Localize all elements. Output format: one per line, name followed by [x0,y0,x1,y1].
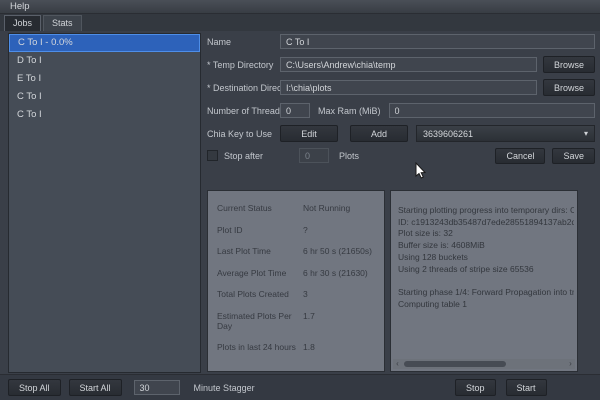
bottom-bar: Stop All Start All Minute Stagger Stop S… [0,374,600,400]
main-content: C To I - 0.0% D To I E To I C To I C To … [0,31,600,374]
status-label: Last Plot Time [217,246,303,256]
tab-jobs[interactable]: Jobs [4,15,41,31]
temp-directory-input[interactable] [280,57,537,72]
max-ram-label: Max Ram (MiB) [318,106,381,116]
chia-key-label: Chia Key to Use [207,129,280,139]
destination-directory-input[interactable] [280,80,537,95]
status-value: Not Running [303,203,350,213]
chia-key-selected-value: 3639606261 [423,129,473,139]
start-button[interactable]: Start [506,379,547,396]
form-row-chia-key: Chia Key to Use Edit Add 3639606261 ▾ [207,125,595,142]
form-row-dest-dir: * Destination Directory Browse [207,79,595,96]
status-row: Plots in last 24 hours 1.8 [217,342,375,352]
status-value: ? [303,225,308,235]
form-row-temp-dir: * Temp Directory Browse [207,56,595,73]
browse-temp-button[interactable]: Browse [543,56,595,73]
status-value: 1.7 [303,311,315,331]
status-value: 3 [303,289,308,299]
status-label: Current Status [217,203,303,213]
job-list-item[interactable]: C To I [9,106,200,124]
log-horizontal-scrollbar[interactable]: ‹ › [393,359,575,369]
status-value: 6 hr 30 s (21630) [303,268,368,278]
status-row: Current Status Not Running [217,203,375,213]
temp-directory-label: * Temp Directory [207,60,280,70]
stop-all-button[interactable]: Stop All [8,379,61,396]
stop-after-count-input[interactable] [299,148,329,163]
log-panel[interactable]: Starting plotting progress into temporar… [390,190,578,372]
chia-key-dropdown[interactable]: 3639606261 ▾ [416,125,595,142]
job-list-item[interactable]: C To I - 0.0% [9,34,200,52]
menu-help[interactable]: Help [0,1,40,12]
stop-after-checkbox[interactable] [207,150,218,161]
add-key-button[interactable]: Add [350,125,408,142]
name-input[interactable] [280,34,595,49]
log-line: Using 2 threads of stripe size 65536 [398,264,574,276]
start-all-button[interactable]: Start All [69,379,122,396]
status-row: Plot ID ? [217,225,375,235]
job-list: C To I - 0.0% D To I E To I C To I C To … [8,33,201,373]
job-control-buttons: Stop Start [455,379,547,396]
max-ram-input[interactable] [389,103,596,118]
log-line: Buffer size is: 4608MiB [398,240,574,252]
status-value: 6 hr 50 s (21650s) [303,246,372,256]
cancel-button[interactable]: Cancel [495,148,545,164]
status-label: Average Plot Time [217,268,303,278]
minute-stagger-label: Minute Stagger [194,383,255,393]
stop-after-label: Stop after [224,151,263,161]
job-list-item[interactable]: D To I [9,52,200,70]
threads-label: Number of Threads [207,106,280,116]
log-line: Starting plotting progress into temporar… [398,205,574,217]
job-form: Name * Temp Directory Browse * Destinati… [207,33,595,189]
log-line: Plot size is: 32 [398,228,574,240]
status-row: Estimated Plots Per Day 1.7 [217,311,375,331]
log-line: Computing table 1 [398,299,574,311]
log-line: Using 128 buckets [398,252,574,264]
form-row-stop-after: Stop after Plots Cancel Save [207,147,595,164]
status-label: Plots in last 24 hours [217,342,303,352]
chevron-down-icon: ▾ [584,129,588,138]
menu-bar: Help [0,0,600,14]
destination-directory-label: * Destination Directory [207,83,280,93]
status-label: Plot ID [217,225,303,235]
job-list-item[interactable]: E To I [9,70,200,88]
scrollbar-thumb[interactable] [404,361,506,367]
save-button[interactable]: Save [552,148,595,164]
job-list-item[interactable]: C To I [9,88,200,106]
status-panel: Current Status Not Running Plot ID ? Las… [207,190,385,372]
name-label: Name [207,37,280,47]
tab-stats[interactable]: Stats [43,15,82,31]
scroll-left-icon[interactable]: ‹ [393,359,402,369]
log-line [398,275,574,287]
edit-key-button[interactable]: Edit [280,125,338,142]
status-row: Average Plot Time 6 hr 30 s (21630) [217,268,375,278]
scrollbar-track[interactable] [402,360,566,368]
status-row: Total Plots Created 3 [217,289,375,299]
threads-input[interactable] [280,103,310,118]
status-label: Total Plots Created [217,289,303,299]
scroll-right-icon[interactable]: › [566,359,575,369]
stop-button[interactable]: Stop [455,379,496,396]
minute-stagger-input[interactable] [134,380,180,395]
log-line: ID: c1913243db35487d7ede28551894137ab2d0… [398,217,574,229]
status-value: 1.8 [303,342,315,352]
browse-dest-button[interactable]: Browse [543,79,595,96]
form-row-threads: Number of Threads Max Ram (MiB) [207,102,595,119]
status-row: Last Plot Time 6 hr 50 s (21650s) [217,246,375,256]
form-row-name: Name [207,33,595,50]
plots-label: Plots [339,151,359,161]
log-line: Starting phase 1/4: Forward Propagation … [398,287,574,299]
tab-bar: Jobs Stats [0,14,600,31]
status-label: Estimated Plots Per Day [217,311,303,331]
